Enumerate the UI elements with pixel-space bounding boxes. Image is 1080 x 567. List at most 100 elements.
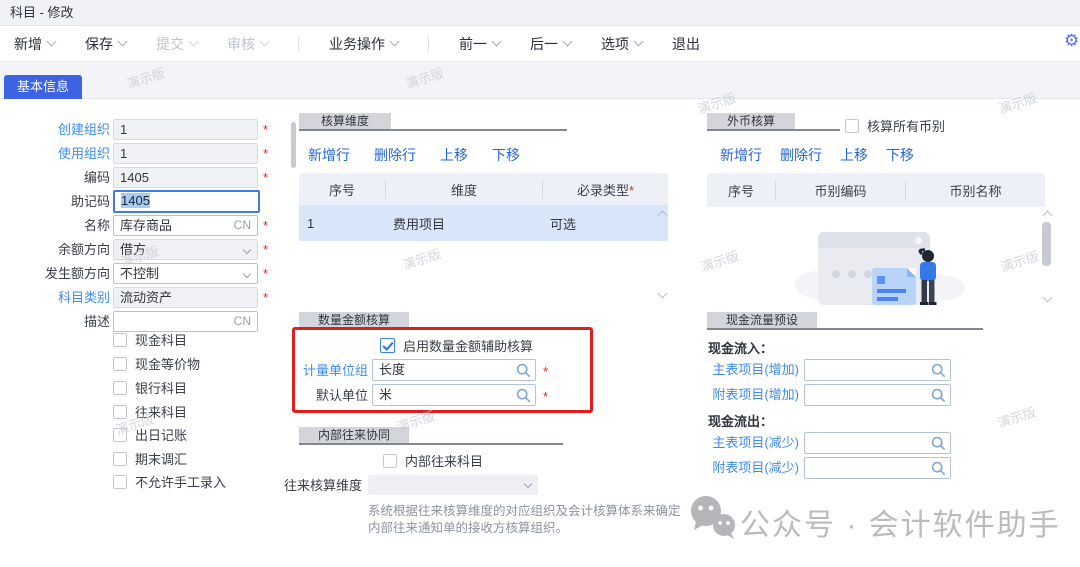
demo-watermark: 演示版 bbox=[995, 401, 1038, 431]
checkbox-label: 现金等价物 bbox=[135, 354, 200, 373]
toolbar-next-button[interactable]: 后一 bbox=[530, 34, 571, 54]
toolbar-save-button[interactable]: 保存 bbox=[85, 34, 126, 54]
add-row-link[interactable]: 新增行 bbox=[720, 145, 762, 165]
checkbox-box-checked[interactable] bbox=[380, 338, 395, 353]
mnemonic-field[interactable]: 1405 bbox=[113, 190, 260, 213]
scroll-down-icon[interactable] bbox=[1043, 293, 1053, 303]
create-org-field[interactable]: 1 bbox=[113, 119, 258, 140]
vertical-scrollbar-thumb[interactable] bbox=[291, 122, 296, 168]
toolbar-options-label: 选项 bbox=[601, 34, 629, 54]
checkbox-period-adj[interactable]: 期末调汇 bbox=[113, 449, 187, 468]
dimension-panel-header: 核算维度 bbox=[299, 113, 391, 130]
column-seq: 序号 bbox=[299, 180, 385, 199]
unit-group-field[interactable]: 长度 bbox=[372, 359, 536, 381]
currency-table-header: 序号 币别编码 币别名称 bbox=[707, 173, 1045, 207]
currency-panel-header: 外币核算 bbox=[707, 113, 795, 130]
move-up-link[interactable]: 上移 bbox=[840, 145, 868, 165]
column-currency-name: 币别名称 bbox=[905, 181, 1045, 200]
attach-item-add-field[interactable] bbox=[804, 384, 951, 406]
delete-row-link[interactable]: 删除行 bbox=[374, 145, 416, 165]
use-org-field[interactable]: 1 bbox=[113, 143, 258, 164]
move-up-link[interactable]: 上移 bbox=[440, 145, 468, 165]
required-marker: * bbox=[629, 183, 634, 198]
toolbar-audit-button[interactable]: 审核 bbox=[227, 34, 268, 54]
lang-suffix: CN bbox=[234, 216, 251, 235]
use-org-label: 使用组织 bbox=[0, 143, 110, 164]
search-icon[interactable] bbox=[516, 363, 531, 381]
search-icon[interactable] bbox=[516, 388, 531, 406]
move-down-link[interactable]: 下移 bbox=[492, 145, 520, 165]
checkbox-box[interactable] bbox=[113, 452, 127, 466]
checkbox-box[interactable] bbox=[113, 381, 127, 395]
required-marker: * bbox=[263, 143, 268, 164]
name-field[interactable]: 库存商品 CN bbox=[113, 215, 258, 236]
dimension-table-row[interactable]: 1 费用项目 可选 bbox=[299, 205, 668, 241]
scroll-down-icon[interactable] bbox=[658, 289, 668, 299]
checkbox-bank[interactable]: 银行科目 bbox=[113, 378, 187, 397]
checkbox-journal[interactable]: 出日记账 bbox=[113, 425, 187, 444]
column-dimension: 维度 bbox=[385, 180, 542, 199]
all-currency-checkbox[interactable]: 核算所有币别 bbox=[845, 116, 945, 135]
toolbar-exit-button[interactable]: 退出 bbox=[672, 34, 700, 54]
add-row-link[interactable]: 新增行 bbox=[308, 145, 350, 165]
checkbox-cash[interactable]: 现金科目 bbox=[113, 330, 187, 349]
search-icon[interactable] bbox=[931, 363, 946, 381]
toolbar-new-button[interactable]: 新增 bbox=[14, 34, 55, 54]
chevron-down-icon bbox=[634, 37, 644, 47]
main-item-sub-label: 主表项目(减少) bbox=[700, 432, 799, 453]
toolbar-options-button[interactable]: 选项 bbox=[601, 34, 642, 54]
main-item-sub-field[interactable] bbox=[804, 432, 951, 454]
scroll-up-icon[interactable] bbox=[1043, 211, 1053, 221]
category-field[interactable]: 流动资产 bbox=[113, 287, 258, 308]
checkbox-box[interactable] bbox=[113, 333, 127, 347]
empty-state-illustration bbox=[795, 225, 965, 310]
search-icon[interactable] bbox=[931, 388, 946, 406]
checkbox-no-manual[interactable]: 不允许手工录入 bbox=[113, 472, 226, 491]
checkbox-box[interactable] bbox=[383, 454, 397, 468]
checkbox-transaction[interactable]: 往来科目 bbox=[113, 402, 187, 421]
default-unit-field[interactable]: 米 bbox=[372, 384, 536, 406]
toolbar-prev-button[interactable]: 前一 bbox=[459, 34, 500, 54]
enable-qty-checkbox[interactable]: 启用数量金额辅助核算 bbox=[380, 336, 533, 355]
checkbox-box[interactable] bbox=[113, 428, 127, 442]
chevron-down-icon bbox=[243, 270, 251, 278]
chevron-down-icon bbox=[524, 480, 532, 488]
column-required-type: 必录类型* bbox=[542, 180, 668, 199]
panel-underline bbox=[707, 328, 983, 330]
lang-suffix: CN bbox=[234, 312, 251, 331]
move-down-link[interactable]: 下移 bbox=[886, 145, 914, 165]
attach-item-add-label: 附表项目(增加) bbox=[700, 384, 799, 405]
description-label: 描述 bbox=[0, 311, 110, 332]
toolbar-submit-button[interactable]: 提交 bbox=[156, 34, 197, 54]
checkbox-box[interactable] bbox=[113, 357, 127, 371]
column-seq: 序号 bbox=[707, 181, 775, 200]
checkbox-box[interactable] bbox=[113, 475, 127, 489]
balance-dir-select[interactable]: 借方 bbox=[113, 239, 258, 260]
gear-icon[interactable]: ⚙ bbox=[1064, 31, 1079, 51]
toolbar-prev-label: 前一 bbox=[459, 34, 487, 54]
tab-basic-info[interactable]: 基本信息 bbox=[4, 75, 82, 99]
internal-account-checkbox[interactable]: 内部往来科目 bbox=[383, 451, 483, 470]
internal-dimension-select[interactable] bbox=[368, 475, 538, 495]
search-icon[interactable] bbox=[931, 436, 946, 454]
chevron-down-icon bbox=[243, 246, 251, 254]
attach-item-sub-field[interactable] bbox=[804, 457, 951, 479]
search-icon[interactable] bbox=[931, 461, 946, 479]
toolbar-business-button[interactable]: 业务操作 bbox=[329, 34, 398, 54]
create-org-value: 1 bbox=[120, 122, 127, 137]
description-field[interactable]: CN bbox=[113, 311, 258, 332]
checkbox-label: 不允许手工录入 bbox=[135, 472, 226, 491]
vertical-scrollbar-thumb[interactable] bbox=[1042, 222, 1051, 266]
chevron-down-icon bbox=[492, 37, 502, 47]
checkbox-cash-equivalent[interactable]: 现金等价物 bbox=[113, 354, 200, 373]
code-field[interactable]: 1405 bbox=[113, 167, 258, 188]
panel-underline bbox=[299, 129, 567, 131]
toolbar-new-label: 新增 bbox=[14, 34, 42, 54]
delete-row-link[interactable]: 删除行 bbox=[780, 145, 822, 165]
occur-dir-select[interactable]: 不控制 bbox=[113, 263, 258, 284]
main-item-add-field[interactable] bbox=[804, 359, 951, 381]
required-marker: * bbox=[543, 361, 548, 382]
balance-dir-label: 余额方向 bbox=[0, 239, 110, 260]
checkbox-box[interactable] bbox=[845, 119, 859, 133]
checkbox-box[interactable] bbox=[113, 405, 127, 419]
